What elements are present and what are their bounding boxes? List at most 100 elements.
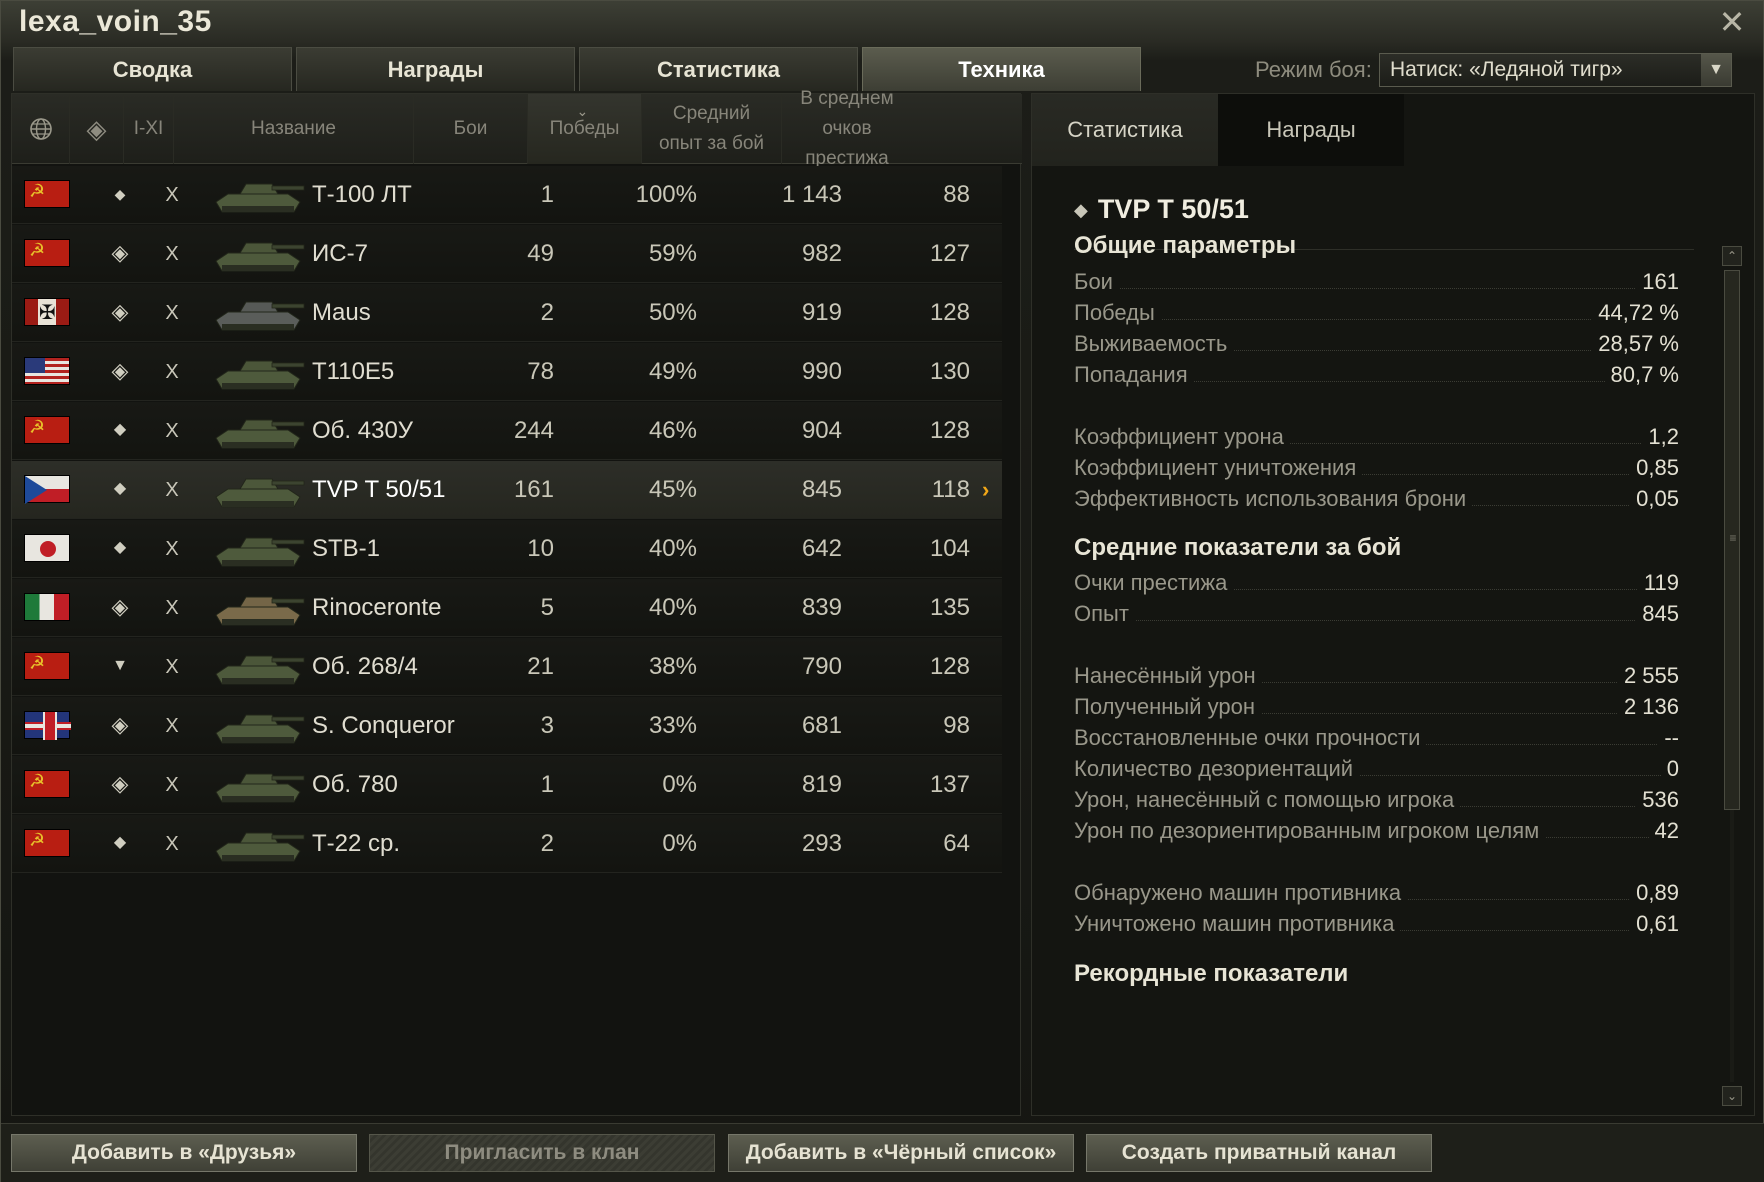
stat-value: 1,2 — [1642, 424, 1679, 450]
stat-label: Выживаемость — [1074, 331, 1234, 357]
stat-label: Бои — [1074, 269, 1119, 295]
battle-mode-select[interactable]: Натиск: «Ледяной тигр» ▼ — [1379, 53, 1732, 87]
stat-value: 0,05 — [1630, 486, 1679, 512]
bottom-action-bar: Добавить в «Друзья» Пригласить в клан До… — [1, 1123, 1764, 1182]
medium-tank-icon: ◆ — [1074, 200, 1088, 221]
details-tab-statistics[interactable]: Статистика — [1032, 94, 1218, 166]
dot-leader — [1074, 319, 1679, 320]
table-row[interactable]: ◆X Т-100 ЛТ1100%1 14388 — [12, 166, 1002, 224]
stat-value: 0,61 — [1630, 911, 1679, 937]
stat-label: Количество дезориентаций — [1074, 756, 1360, 782]
table-header: ◈ I-XI Название Бои ⌄ Победы Средний опы… — [12, 88, 1022, 169]
ussr-flag-icon — [24, 177, 70, 208]
chevron-down-icon[interactable]: ▼ — [1701, 54, 1731, 86]
stat-row: Обнаружено машин противника 0,89 — [1074, 880, 1679, 910]
selected-vehicle-title: ◆ TVP T 50/51 — [1074, 194, 1249, 225]
private-channel-button[interactable]: Создать приватный канал — [1086, 1134, 1432, 1172]
uk-flag-icon — [24, 711, 71, 740]
stat-value: 42 — [1648, 818, 1679, 844]
tab-awards[interactable]: Награды — [296, 47, 575, 91]
tier-cell: X — [165, 302, 179, 324]
stat-label: Попадания — [1074, 362, 1194, 388]
nation-sort-header[interactable] — [12, 94, 70, 164]
scroll-down-icon[interactable]: ⌄ — [1722, 1086, 1742, 1106]
battles-cell: 21 — [527, 653, 554, 680]
tab-summary[interactable]: Сводка — [13, 47, 292, 91]
ussr-flag-icon — [24, 767, 70, 798]
avg-exp-cell: 990 — [801, 358, 842, 385]
avg-exp-cell: 845 — [801, 476, 842, 503]
wins-cell: 40% — [648, 535, 697, 562]
medium-tank-icon: ◆ — [113, 834, 127, 851]
stat-row: Очки престижа 119 — [1074, 570, 1679, 600]
stat-row: Коэффициент урона 1,2 — [1074, 424, 1679, 454]
tier-cell: X — [165, 420, 179, 442]
table-row[interactable]: ◆ X TVP T 50/51 161 45% 845 118 › — [12, 461, 1002, 519]
stat-row: Количество дезориентаций 0 — [1074, 756, 1679, 786]
add-friend-button[interactable]: Добавить в «Друзья» — [11, 1134, 357, 1172]
battles-cell: 3 — [540, 712, 554, 739]
tab-vehicles[interactable]: Техника — [862, 47, 1141, 91]
ussr-flag-icon — [24, 649, 70, 680]
tank-image — [215, 655, 305, 685]
ussr-flag-icon — [24, 236, 70, 267]
table-row[interactable]: ◆ X STB-1 10 40% 642 104 — [12, 520, 1002, 578]
table-row[interactable]: ◈X Об. 78010%819137 — [12, 756, 1002, 814]
globe-icon — [29, 118, 52, 140]
details-tabs: Статистика Награды — [1032, 94, 1404, 166]
tier-cell: X — [165, 243, 179, 265]
invite-clan-button[interactable]: Пригласить в клан — [369, 1134, 715, 1172]
avg-prestige-cell: 127 — [929, 240, 970, 267]
heavy-tank-icon: ◈ — [111, 771, 129, 796]
stat-row: Выживаемость 28,57 % — [1074, 331, 1679, 361]
scroll-up-icon[interactable]: ⌃ — [1722, 246, 1742, 266]
japan-flag-icon — [24, 534, 70, 562]
stat-value: 0,89 — [1630, 880, 1679, 906]
stat-value: 161 — [1636, 269, 1679, 295]
avg-prestige-cell: 128 — [929, 417, 970, 444]
medium-tank-icon: ◆ — [113, 480, 127, 497]
stat-label: Урон по дезориентированным игроком целям — [1074, 818, 1546, 844]
avg-exp-header-line1: Средний — [672, 103, 751, 124]
stat-label: Очки престижа — [1074, 570, 1234, 596]
table-row[interactable]: ◆X Т-22 ср.20%29364 — [12, 815, 1002, 873]
avg-prestige-sort-header[interactable]: В среднем очков престижа — [782, 88, 912, 169]
tier-sort-header[interactable]: I-XI — [124, 94, 174, 164]
details-scrollbar[interactable]: ⌃ ≡ ⌄ — [1722, 246, 1744, 1106]
stat-row: Уничтожено машин противника 0,61 — [1074, 911, 1679, 941]
avg-exp-cell: 819 — [801, 771, 842, 798]
battles-cell: 1 — [540, 181, 554, 208]
table-row[interactable]: ◈ X S. Conqueror 3 33% 681 98 — [12, 697, 1002, 755]
tank-image — [215, 242, 305, 272]
details-tab-awards[interactable]: Награды — [1218, 94, 1404, 166]
tank-image — [215, 832, 305, 862]
stats-section-title: Общие параметры — [1074, 232, 1297, 259]
table-row[interactable]: ◈ X T110E5 78 49% 990 130 — [12, 343, 1002, 401]
wins-sort-header[interactable]: ⌄ Победы — [528, 94, 642, 164]
stat-value: 44,72 % — [1592, 300, 1679, 326]
heavy-tank-icon: ◈ — [111, 358, 129, 383]
table-row[interactable]: ◆X Об. 430У24446%904128 — [12, 402, 1002, 460]
scroll-thumb[interactable]: ≡ — [1724, 270, 1740, 810]
table-row[interactable]: ◈X ИС-74959%982127 — [12, 225, 1002, 283]
stat-label: Коэффициент урона — [1074, 424, 1290, 450]
name-sort-header[interactable]: Название — [174, 94, 414, 164]
avg-exp-sort-header[interactable]: Средний опыт за бой — [642, 94, 782, 164]
table-row[interactable]: ▼X Об. 268/42138%790128 — [12, 638, 1002, 696]
table-row[interactable]: ◈X Maus250%919128 — [12, 284, 1002, 342]
stat-row: Попадания 80,7 % — [1074, 362, 1679, 392]
wins-cell: 46% — [648, 417, 697, 444]
tier-cell: X — [165, 479, 179, 501]
close-icon[interactable]: ✕ — [1715, 5, 1749, 39]
table-row[interactable]: ◈ X Rinoceronte 5 40% 839 135 — [12, 579, 1002, 637]
tank-image — [215, 714, 305, 744]
stat-label: Опыт — [1074, 601, 1135, 627]
ussr-flag-icon — [24, 413, 70, 444]
type-sort-header[interactable]: ◈ — [70, 94, 124, 164]
battles-sort-header[interactable]: Бои — [414, 94, 528, 164]
tier-cell: X — [165, 361, 179, 383]
avg-exp-cell: 642 — [801, 535, 842, 562]
wins-cell: 45% — [648, 476, 697, 503]
add-blacklist-button[interactable]: Добавить в «Чёрный список» — [728, 1134, 1074, 1172]
stat-value: 28,57 % — [1592, 331, 1679, 357]
